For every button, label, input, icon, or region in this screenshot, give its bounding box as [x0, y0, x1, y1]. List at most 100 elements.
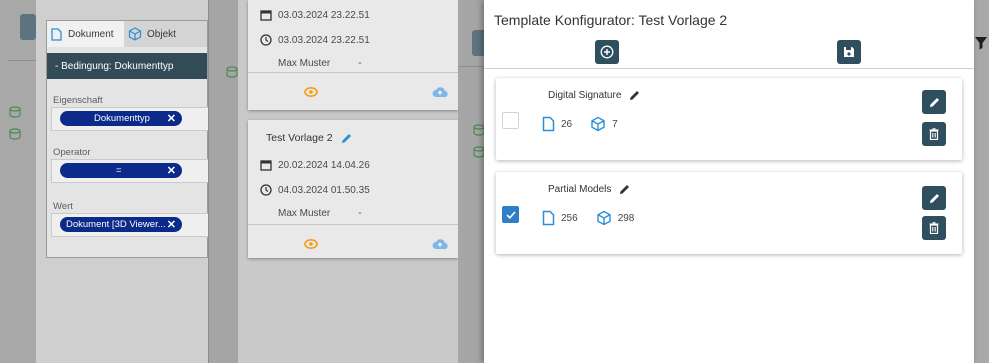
modified-date: 03.03.2024 23.22.51: [260, 34, 370, 46]
pencil-icon: [929, 97, 940, 108]
object-count: 7: [612, 118, 618, 130]
tab-dokument[interactable]: Dokument: [47, 21, 125, 47]
background-panel-middle: [208, 0, 239, 363]
cloud-upload-icon[interactable]: [432, 86, 448, 98]
field-row-operator: = ✕: [51, 159, 213, 183]
clock-icon: [260, 34, 278, 46]
database-icon: [9, 106, 21, 118]
filter-tabs: Dokument Objekt: [47, 21, 207, 47]
template-title: Test Vorlage 2: [266, 132, 352, 144]
pencil-icon: [929, 193, 940, 204]
template-checkbox[interactable]: [502, 112, 519, 129]
template-item-title: Partial Models: [548, 184, 630, 195]
field-label-eigenschaft: Eigenschaft: [53, 95, 103, 106]
author-name: Max Muster: [278, 208, 331, 219]
created-date-text: 20.02.2024 14.04.26: [278, 159, 370, 171]
template-item-counts: 26 7: [542, 116, 618, 132]
pencil-icon[interactable]: [619, 184, 630, 195]
close-icon[interactable]: ✕: [167, 164, 176, 177]
pencil-icon[interactable]: [629, 90, 640, 101]
tab-objekt[interactable]: Objekt: [124, 21, 207, 47]
chip-operator[interactable]: = ✕: [60, 163, 182, 178]
edit-template-button[interactable]: [922, 186, 946, 210]
close-icon[interactable]: ✕: [167, 112, 176, 125]
author: Max Muster -: [278, 208, 362, 219]
dialog-toolbar: [484, 38, 974, 69]
template-title-text: Test Vorlage 2: [266, 132, 333, 144]
template-item-title: Digital Signature: [548, 90, 640, 101]
pencil-icon[interactable]: [341, 133, 352, 144]
chip-eigenschaft[interactable]: Dokumenttyp ✕: [60, 111, 182, 126]
clock-icon: [260, 184, 278, 196]
delete-template-button[interactable]: [922, 216, 946, 240]
eye-icon[interactable]: [304, 238, 318, 250]
cube-icon: [590, 116, 606, 132]
cloud-upload-icon[interactable]: [432, 238, 448, 250]
filter-card: Dokument Objekt - Bedingung: Dokumenttyp…: [46, 20, 213, 258]
calendar-icon: [260, 9, 278, 21]
template-card[interactable]: Test Vorlage 2 20.02.2024 14.04.26 04.03…: [248, 120, 458, 258]
condition-header[interactable]: - Bedingung: Dokumenttyp: [47, 53, 207, 79]
card-actions: [248, 224, 458, 262]
author-extra: -: [358, 208, 362, 219]
field-label-operator: Operator: [53, 147, 91, 158]
chip-operator-label: =: [116, 165, 122, 176]
tab-dokument-label: Dokument: [68, 28, 114, 40]
condition-header-label: - Bedingung: Dokumenttyp: [55, 60, 174, 72]
document-count: 256: [561, 212, 578, 224]
field-row-eigenschaft: Dokumenttyp ✕: [51, 107, 213, 131]
trash-icon: [929, 128, 939, 140]
template-item-name: Partial Models: [548, 184, 612, 195]
calendar-icon: [260, 159, 278, 171]
checkmark-icon: [505, 210, 516, 219]
chip-wert[interactable]: Dokument [3D Viewer... ✕: [60, 217, 182, 232]
object-count: 298: [617, 212, 635, 224]
tab-objekt-label: Objekt: [147, 28, 176, 40]
eye-icon[interactable]: [304, 86, 318, 98]
modified-date-text: 03.03.2024 23.22.51: [278, 34, 370, 46]
template-list-panel: 03.03.2024 23.22.51 03.03.2024 23.22.51 …: [238, 0, 458, 363]
template-checkbox[interactable]: [502, 206, 519, 223]
template-item-counts: 256 298: [542, 210, 634, 226]
cube-icon: [128, 27, 142, 41]
card-actions: [248, 72, 458, 110]
add-template-button[interactable]: [595, 40, 619, 64]
filter-icon: [974, 36, 988, 50]
created-date-text: 03.03.2024 23.22.51: [278, 9, 370, 21]
modified-date-text: 04.03.2024 01.50.35: [278, 184, 370, 196]
author-extra: -: [358, 58, 362, 69]
database-icon: [9, 128, 21, 140]
template-card[interactable]: 03.03.2024 23.22.51 03.03.2024 23.22.51 …: [248, 0, 458, 110]
database-icon: [226, 66, 238, 78]
document-icon: [51, 27, 62, 41]
document-icon: [542, 116, 555, 132]
template-configurator-dialog: Template Konfigurator: Test Vorlage 2 Di…: [484, 0, 974, 363]
template-item[interactable]: Digital Signature 26 7: [496, 78, 962, 160]
chip-wert-label: Dokument [3D Viewer...: [66, 219, 166, 230]
edit-template-button[interactable]: [922, 90, 946, 114]
document-icon: [542, 210, 555, 226]
chip-eigenschaft-label: Dokumenttyp: [94, 113, 150, 124]
modified-date: 04.03.2024 01.50.35: [260, 184, 370, 196]
created-date: 03.03.2024 23.22.51: [260, 9, 370, 21]
dialog-title: Template Konfigurator: Test Vorlage 2: [494, 12, 728, 28]
save-button[interactable]: [837, 40, 861, 64]
field-label-wert: Wert: [53, 201, 73, 212]
background-divider: [8, 60, 36, 61]
author: Max Muster -: [278, 58, 362, 69]
author-name: Max Muster: [278, 58, 331, 69]
background-panel-edge: [974, 0, 989, 363]
delete-template-button[interactable]: [922, 122, 946, 146]
close-icon[interactable]: ✕: [167, 218, 176, 231]
background-panel-left: [0, 0, 36, 363]
trash-icon: [929, 222, 939, 234]
document-count: 26: [561, 118, 573, 130]
field-row-wert: Dokument [3D Viewer... ✕: [51, 213, 213, 237]
template-item-name: Digital Signature: [548, 90, 622, 101]
plus-circle-icon: [600, 45, 614, 59]
cube-icon: [596, 210, 612, 226]
created-date: 20.02.2024 14.04.26: [260, 159, 370, 171]
template-item[interactable]: Partial Models 256 298: [496, 172, 962, 254]
background-button: [20, 14, 36, 40]
save-icon: [843, 46, 855, 58]
